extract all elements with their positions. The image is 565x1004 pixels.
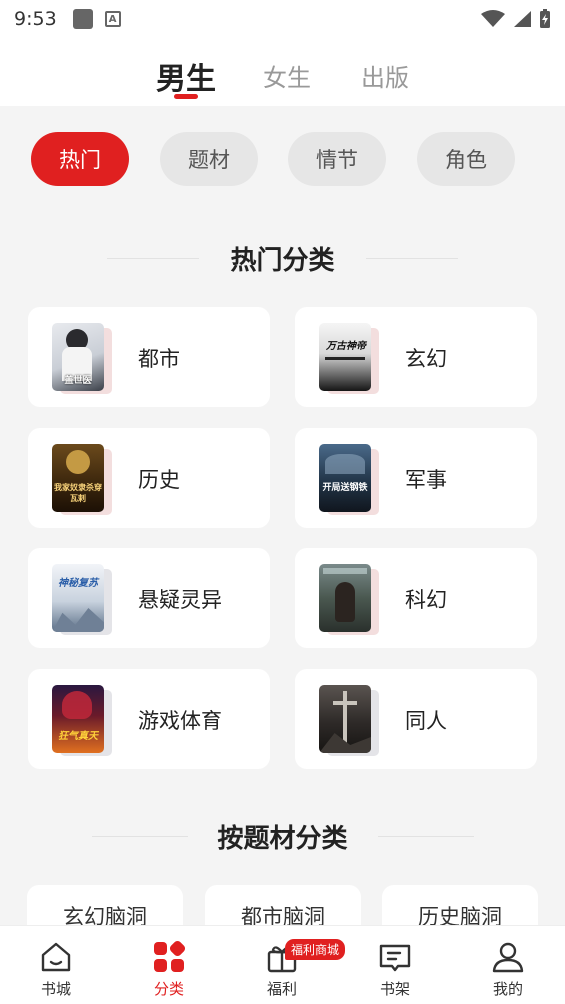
nav-bookstore[interactable]: 书城 <box>11 926 101 1004</box>
status-bar: 9:53 A <box>0 0 565 38</box>
cover-title: 狂气真天 <box>58 731 98 742</box>
tab-indicator <box>174 94 198 99</box>
app-notification-icon: A <box>104 11 121 27</box>
nav-label: 福利 <box>266 980 297 998</box>
status-time: 9:53 <box>14 8 57 30</box>
category-label: 玄幻 <box>405 347 447 371</box>
nav-label: 书架 <box>379 980 410 998</box>
book-cover: 我家奴隶杀穿瓦剌 <box>52 444 114 515</box>
category-card-mystery[interactable]: 神秘复苏 悬疑灵异 <box>28 548 270 648</box>
wifi-icon <box>481 10 505 27</box>
bottom-nav: 书城 分类 福利 福利商城 书架 我的 <box>0 925 565 1004</box>
category-card-fantasy[interactable]: 万古神帝 玄幻 <box>295 307 537 407</box>
category-card-fanfic[interactable]: 同人 <box>295 669 537 769</box>
top-tab-bar: 男生 女生 出版 <box>0 38 565 106</box>
category-label: 军事 <box>405 468 447 492</box>
cover-title: 神秘复苏 <box>58 578 98 589</box>
hot-section-title: 热门分类 <box>230 246 335 276</box>
category-label: 科幻 <box>405 588 447 612</box>
cover-title: 万古神帝 <box>326 341 366 352</box>
notification-icon <box>72 9 93 29</box>
category-card-scifi[interactable]: 科幻 <box>295 548 537 648</box>
cover-title: 我家奴隶杀穿瓦剌 <box>54 483 102 503</box>
category-label: 都市 <box>138 347 180 371</box>
category-icon <box>154 940 186 972</box>
profile-icon <box>492 942 524 973</box>
tab-male[interactable]: 男生 <box>156 54 216 98</box>
nav-profile[interactable]: 我的 <box>463 926 553 1004</box>
tab-publish[interactable]: 出版 <box>361 58 409 93</box>
category-label: 游戏体育 <box>138 709 222 733</box>
book-cover: 万古神帝 <box>319 323 381 394</box>
signal-icon <box>514 11 531 27</box>
theme-section-title: 按题材分类 <box>217 824 348 854</box>
filter-theme-button[interactable]: 题材 <box>160 132 258 186</box>
filter-plot-button[interactable]: 情节 <box>288 132 386 186</box>
category-card-games-sports[interactable]: 狂气真天 游戏体育 <box>28 669 270 769</box>
tab-female[interactable]: 女生 <box>263 58 311 93</box>
book-cover: 神秘复苏 <box>52 564 114 635</box>
category-card-urban[interactable]: 盖世医 都市 <box>28 307 270 407</box>
nav-category[interactable]: 分类 <box>124 926 214 1004</box>
bookshelf-icon <box>379 944 411 972</box>
nav-label: 书城 <box>40 980 71 998</box>
book-cover: 盖世医 <box>52 323 114 394</box>
filter-role-button[interactable]: 角色 <box>417 132 515 186</box>
cover-title: 开局送钢铁 <box>322 483 368 493</box>
category-label: 历史 <box>138 468 180 492</box>
nav-welfare[interactable]: 福利 <box>237 926 327 1004</box>
filter-hot-button[interactable]: 热门 <box>31 132 129 186</box>
nav-label: 分类 <box>153 980 184 998</box>
nav-bookshelf[interactable]: 书架 <box>350 926 440 1004</box>
category-label: 悬疑灵异 <box>138 588 222 612</box>
book-cover <box>319 564 381 635</box>
category-card-history[interactable]: 我家奴隶杀穿瓦剌 历史 <box>28 428 270 528</box>
category-label: 同人 <box>405 709 447 733</box>
book-cover <box>319 685 381 756</box>
book-cover: 狂气真天 <box>52 685 114 756</box>
cover-title: 盖世医 <box>64 376 92 386</box>
nav-label: 我的 <box>492 980 523 998</box>
book-cover: 开局送钢铁 <box>319 444 381 515</box>
welfare-mall-badge: 福利商城 <box>285 939 346 960</box>
home-icon <box>41 942 71 972</box>
battery-icon <box>540 9 550 28</box>
category-card-military[interactable]: 开局送钢铁 军事 <box>295 428 537 528</box>
